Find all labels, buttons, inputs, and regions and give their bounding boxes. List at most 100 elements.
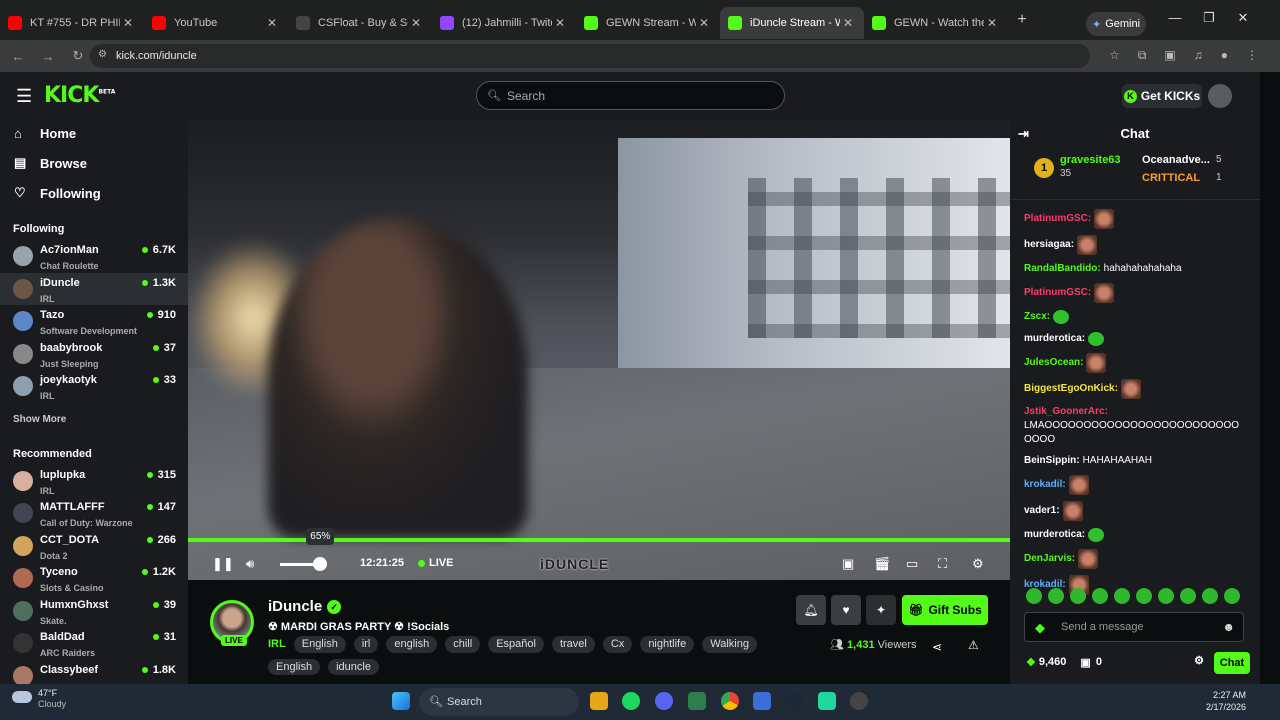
- discord-icon[interactable]: [655, 692, 673, 710]
- recommended-channel[interactable]: BaldDad ARC Raiders 31: [0, 627, 188, 660]
- forward-icon[interactable]: →: [36, 49, 60, 64]
- chat-username[interactable]: krokadil:: [1024, 478, 1066, 492]
- stream-tag[interactable]: chill: [445, 636, 481, 653]
- recommended-channel[interactable]: Tyceno Slots & Casino 1.2K: [0, 562, 188, 595]
- recommended-channel[interactable]: HumxnGhxst Skate. 39: [0, 595, 188, 628]
- notification-bell-icon[interactable]: 🔔︎: [796, 595, 826, 625]
- media-icon[interactable]: ♫: [1194, 48, 1203, 63]
- messenger-icon[interactable]: [753, 692, 771, 710]
- stream-tag[interactable]: English: [268, 659, 321, 675]
- chat-settings-icon[interactable]: ⚙: [1194, 654, 1204, 667]
- spotify-icon[interactable]: [622, 692, 640, 710]
- chat-username[interactable]: hersiagaa:: [1024, 238, 1074, 252]
- quick-emote-icon[interactable]: [1026, 588, 1042, 604]
- windows-start-icon[interactable]: [392, 692, 410, 710]
- sparkle-icon[interactable]: ✦: [866, 595, 896, 625]
- following-channel[interactable]: Tazo Software Development 910: [0, 305, 188, 338]
- video-player[interactable]: ❚❚ 🔊︎ 65% 12:21:25 LIVE iDUNCLE ▣ 🎬︎ ▭ ⛶…: [188, 118, 1010, 580]
- chat-username[interactable]: BiggestEgoOnKick:: [1024, 382, 1118, 396]
- stream-tag[interactable]: Walking: [702, 636, 757, 653]
- taskbar-clock[interactable]: 2:27 AM 2/17/2026: [1206, 689, 1246, 713]
- recommended-channel[interactable]: CCT_DOTA Dota 2 266: [0, 530, 188, 563]
- share-icon[interactable]: ⋖: [932, 640, 942, 654]
- search-input[interactable]: 🔍︎ Search: [476, 81, 785, 110]
- browser-tab[interactable]: (12) Jahmilli - Twitch✕: [432, 7, 576, 39]
- gift-subs-button[interactable]: 🎁︎ Gift Subs: [902, 595, 988, 625]
- browser-tab[interactable]: KT #755 - DR PHIL (AD✕: [0, 7, 144, 39]
- streamer-name[interactable]: iDuncle ✓: [268, 598, 342, 615]
- gemini-button[interactable]: ✦ Gemini: [1086, 12, 1146, 36]
- show-more-link[interactable]: Show More: [0, 407, 188, 433]
- chat-username[interactable]: Zscx:: [1024, 310, 1050, 324]
- close-tab-icon[interactable]: ✕: [840, 16, 856, 30]
- steam-icon[interactable]: [786, 692, 804, 710]
- stream-tag[interactable]: irl: [353, 636, 379, 653]
- browser-tab[interactable]: YouTube ✕: [144, 7, 288, 39]
- chat-username[interactable]: PlatinumGSC:: [1024, 286, 1091, 300]
- quick-emote-icon[interactable]: [1136, 588, 1152, 604]
- browser-tab[interactable]: GEWN - Watch the VO✕: [864, 7, 1008, 39]
- site-info-icon[interactable]: ⚙: [98, 49, 107, 60]
- recommended-channel[interactable]: luplupka IRL 315: [0, 465, 188, 498]
- chat-username[interactable]: vader1:: [1024, 504, 1060, 518]
- minimize-icon[interactable]: —: [1160, 10, 1190, 25]
- stream-tag[interactable]: English: [293, 636, 346, 653]
- theater-mode-icon[interactable]: ▭: [906, 556, 918, 572]
- menu-icon[interactable]: ⋮: [1246, 48, 1258, 63]
- reload-icon[interactable]: ↻: [66, 48, 90, 64]
- stream-tag[interactable]: nightlife: [640, 636, 695, 653]
- profile-icon[interactable]: ●: [1221, 48, 1228, 63]
- extensions-icon[interactable]: ⧉: [1138, 48, 1147, 63]
- taskbar-search[interactable]: 🔍︎ Search: [419, 688, 579, 716]
- quick-emote-icon[interactable]: [1158, 588, 1174, 604]
- stream-tag[interactable]: iduncle: [328, 659, 379, 675]
- chat-username[interactable]: PlatinumGSC:: [1024, 212, 1091, 226]
- following-channel[interactable]: iDuncle IRL 1.3K: [0, 272, 188, 305]
- close-tab-icon[interactable]: ✕: [552, 16, 568, 30]
- leader-user[interactable]: CRITTICAL: [1142, 172, 1200, 184]
- volume-icon[interactable]: 🔊︎: [246, 556, 254, 572]
- chat-username[interactable]: DenJarvis:: [1024, 552, 1075, 566]
- chrome-icon[interactable]: [721, 692, 739, 710]
- browser-tab[interactable]: CSFloat - Buy & Sell CS✕: [288, 7, 432, 39]
- new-tab-icon[interactable]: +: [1008, 11, 1036, 29]
- recommended-channel[interactable]: Classybeef 1.8K: [0, 660, 188, 684]
- leader-user[interactable]: gravesite63: [1060, 154, 1121, 166]
- kick-gem-icon[interactable]: ◆: [1035, 620, 1045, 636]
- following-channel[interactable]: Ac7ionMan Chat Roulette 6.7K: [0, 240, 188, 273]
- close-window-icon[interactable]: ✕: [1228, 10, 1258, 26]
- quick-emote-icon[interactable]: [1092, 588, 1108, 604]
- quick-emote-icon[interactable]: [1114, 588, 1130, 604]
- browser-tab[interactable]: iDuncle Stream - W ✕: [720, 7, 864, 39]
- chat-username[interactable]: JulesOcean:: [1024, 356, 1083, 370]
- chat-username[interactable]: murderotica:: [1024, 528, 1085, 542]
- chat-username[interactable]: RandalBandido:: [1024, 262, 1101, 276]
- stream-category[interactable]: IRL: [268, 636, 286, 653]
- quick-emote-icon[interactable]: [1224, 588, 1240, 604]
- close-tab-icon[interactable]: ✕: [984, 16, 1000, 30]
- nav-home[interactable]: ⌂ Home: [0, 118, 188, 148]
- chat-send-button[interactable]: Chat: [1214, 652, 1250, 674]
- bookmark-star-icon[interactable]: ☆: [1109, 48, 1120, 63]
- clip-icon[interactable]: 🎬︎: [874, 556, 891, 572]
- chat-username[interactable]: BeinSippin:: [1024, 454, 1080, 468]
- page-scrollbar[interactable]: [1260, 72, 1280, 684]
- close-tab-icon[interactable]: ✕: [264, 16, 280, 30]
- quick-emote-icon[interactable]: [1180, 588, 1196, 604]
- stream-tag[interactable]: travel: [551, 636, 595, 653]
- get-kicks-button[interactable]: K Get KICKs: [1122, 84, 1202, 108]
- settings-icon[interactable]: ⚙: [972, 556, 984, 572]
- report-icon[interactable]: ⚠: [968, 638, 979, 652]
- browser-tab[interactable]: GEWN Stream - Watch✕: [576, 7, 720, 39]
- following-channel[interactable]: joeykaotyk IRL 33: [0, 370, 188, 403]
- emoji-icon[interactable]: ☻: [1222, 620, 1235, 634]
- stream-tag[interactable]: english: [386, 636, 438, 653]
- close-tab-icon[interactable]: ✕: [120, 16, 136, 30]
- stream-tag[interactable]: Cx: [602, 636, 633, 653]
- hamburger-icon[interactable]: ☰: [16, 86, 32, 107]
- maximize-icon[interactable]: ❐: [1194, 10, 1224, 26]
- kick-logo[interactable]: KICKBETA: [44, 83, 115, 108]
- nav-browse[interactable]: ▤ Browse: [0, 148, 188, 178]
- recommended-channel[interactable]: MATTLAFFF Call of Duty: Warzone 147: [0, 497, 188, 530]
- user-avatar[interactable]: [1208, 84, 1232, 108]
